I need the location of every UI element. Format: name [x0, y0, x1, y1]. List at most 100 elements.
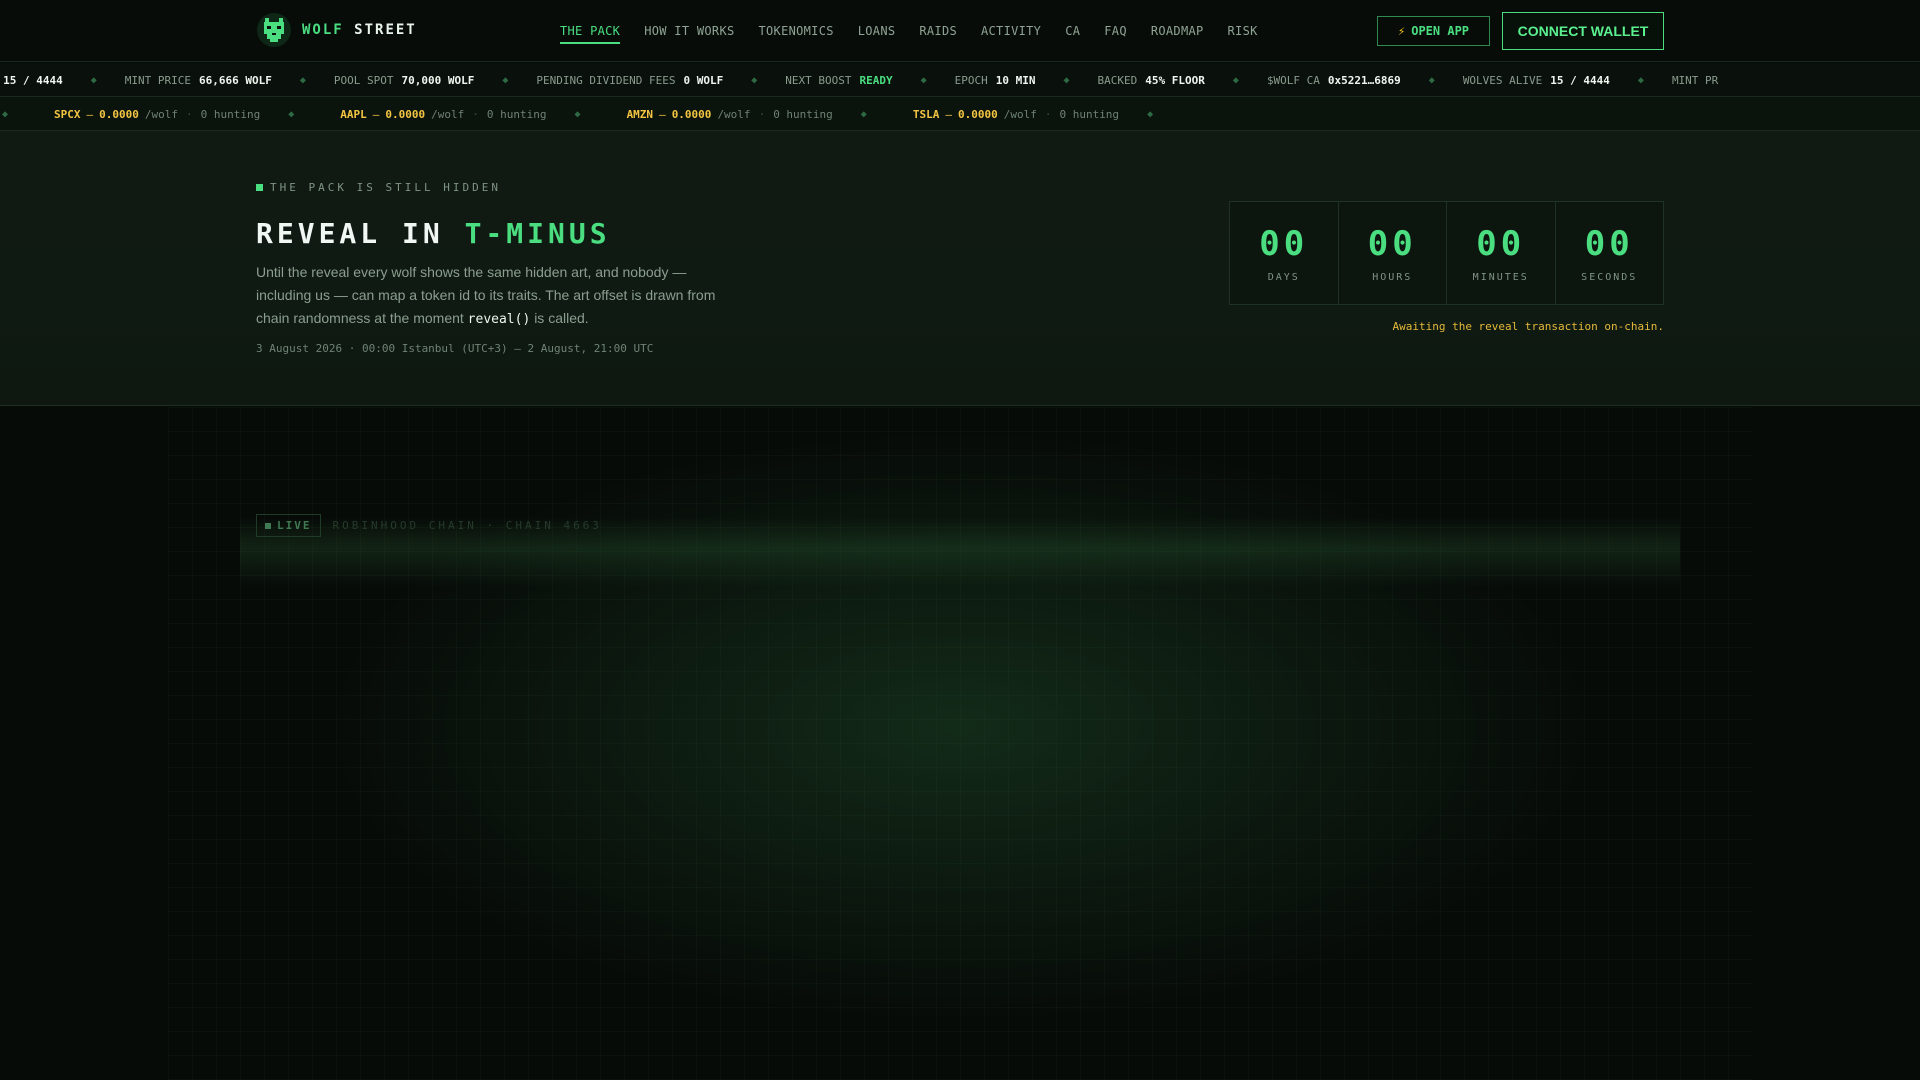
ticker-stat-label: $WOLF CA	[1266, 73, 1320, 87]
stock-hunting: 0 hunting	[773, 107, 833, 121]
live-dot-icon	[265, 522, 271, 529]
nav-link-roadmap[interactable]: ROADMAP	[1151, 16, 1204, 46]
title-accent: T-MINUS	[464, 217, 611, 250]
dash: —	[86, 107, 94, 121]
stock-unit: /wolf	[431, 107, 465, 121]
ticker-stat: ALIVE15 / 4444	[0, 74, 63, 87]
stock-hunting: 0 hunting	[486, 107, 547, 121]
title-plain: REVEAL IN	[256, 217, 444, 250]
diamond-separator-icon: ◆	[90, 74, 97, 86]
countdown-hours: 00 HOURS	[1339, 202, 1447, 304]
ticker-stock: SPCX — 0.0000/wolf · 0 hunting	[54, 108, 260, 121]
nav-link-tokenomics[interactable]: TOKENOMICS	[759, 16, 834, 46]
countdown-seconds: 00 SECONDS	[1556, 202, 1664, 304]
ticker-stat: $WOLF CA 0x5221…6869	[1267, 74, 1401, 87]
chain-label: ROBINHOOD CHAIN · CHAIN 4663	[332, 519, 602, 532]
nav-link-activity[interactable]: ACTIVITY	[981, 16, 1041, 46]
ticker-stat-label: BACKED	[1097, 73, 1138, 87]
ticker-stat-value: 70,000 WOLF	[401, 73, 475, 87]
live-label: LIVE	[277, 519, 312, 532]
ticker-stock: AAPL — 0.0000/wolf · 0 hunting	[340, 108, 546, 121]
countdown-label: SECONDS	[1581, 271, 1638, 283]
stock-price: 0.0000	[385, 107, 426, 121]
countdown-timer: 00 DAYS 00 HOURS 00 MINUTES 00 SECONDS	[1229, 201, 1664, 305]
countdown-value: 00	[1476, 223, 1526, 264]
background-grid	[168, 407, 1752, 1080]
stock-price: 0.0000	[671, 107, 712, 121]
nav-link-faq[interactable]: FAQ	[1104, 16, 1127, 46]
square-bullet-icon	[256, 184, 263, 191]
ticker-stat: BACKED 45% FLOOR	[1098, 74, 1205, 87]
open-app-label: OPEN APP	[1411, 24, 1470, 38]
diamond-separator-icon: ◆	[299, 74, 306, 86]
diamond-separator-icon: ◆	[751, 74, 758, 86]
ticker-stat: WOLVES ALIVE 15 / 4444	[1463, 74, 1610, 87]
live-row: LIVE ROBINHOOD CHAIN · CHAIN 4663	[256, 514, 602, 537]
await-note: Awaiting the reveal transaction on-chain…	[1392, 320, 1664, 333]
reveal-section: THE PACK IS STILL HIDDEN REVEAL IN T-MIN…	[0, 131, 1920, 406]
dash: —	[945, 107, 952, 121]
eyebrow-text: THE PACK IS STILL HIDDEN	[270, 181, 501, 194]
brand-name-suffix: STREET	[354, 22, 417, 38]
desc-code: reveal()	[467, 312, 531, 327]
diamond-separator-icon: ◆	[1232, 74, 1239, 86]
countdown-label: HOURS	[1372, 271, 1413, 283]
live-section: LIVE ROBINHOOD CHAIN · CHAIN 4663	[0, 407, 1920, 1080]
nav-link-risk[interactable]: RISK	[1228, 16, 1258, 46]
countdown-minutes: 00 MINUTES	[1447, 202, 1556, 304]
countdown-label: DAYS	[1267, 271, 1300, 283]
ticker-stat-label: EPOCH	[954, 73, 988, 87]
dot-separator: ·	[472, 107, 479, 121]
ticker-stock: TSLA — 0.0000/wolf · 0 hunting	[913, 108, 1119, 121]
page-title: REVEAL IN T-MINUS	[256, 217, 611, 250]
eyebrow: THE PACK IS STILL HIDDEN	[256, 181, 501, 194]
ticker-stat-value: 0 WOLF	[683, 73, 724, 87]
nav-link-loans[interactable]: LOANS	[858, 16, 896, 46]
stock-symbol: AMZN	[626, 107, 654, 121]
ticker-stat-value: 45% FLOOR	[1145, 73, 1205, 87]
nav-link-the-pack[interactable]: THE PACK	[560, 16, 621, 46]
nav-links: THE PACK HOW IT WORKS TOKENOMICS LOANS RAIDS…	[560, 0, 1282, 62]
diamond-separator-icon: ◆	[860, 108, 867, 120]
ticker-stat: MINT PR	[1672, 74, 1718, 87]
open-app-button[interactable]: ⚡ OPEN APP	[1377, 16, 1490, 46]
diamond-separator-icon: ◆	[2, 108, 9, 120]
live-badge: LIVE	[256, 514, 321, 537]
countdown-days: 00 DAYS	[1230, 202, 1339, 304]
countdown-value: 00	[1584, 223, 1634, 264]
stocks-ticker-track: ◆ SPCX — 0.0000/wolf · 0 hunting ◆ AAPL — 0.0000 /…	[2, 97, 1199, 130]
top-nav: WOLF STREET THE PACK HOW IT WORKS TOKENOMI…	[0, 0, 1920, 62]
stock-unit: /wolf	[717, 107, 751, 121]
stock-hunting: 0 hunting	[1059, 107, 1120, 121]
diamond-separator-icon: ◆	[920, 74, 927, 86]
dash: —	[372, 107, 380, 121]
ticker-stat-value: 15 / 4444	[1550, 73, 1610, 87]
desc-after: is called.	[534, 310, 589, 326]
nav-link-how-it-works[interactable]: HOW IT WORKS	[644, 16, 734, 46]
diamond-separator-icon: ◆	[1428, 74, 1435, 86]
diamond-separator-icon: ◆	[1637, 74, 1644, 86]
ticker-stat-label: MINT PR	[1671, 73, 1719, 87]
ticker-stat-label: PENDING DIVIDEND FEES	[536, 73, 676, 87]
stock-unit: /wolf	[144, 107, 179, 121]
countdown-value: 00	[1367, 223, 1417, 264]
ticker-stat-value: 0x5221…6869	[1327, 73, 1401, 87]
bolt-icon: ⚡	[1397, 24, 1406, 38]
ticker-stat-value: 15 / 4444	[3, 73, 63, 87]
nav-link-ca[interactable]: CA	[1065, 16, 1080, 46]
ticker-stock: AMZN — 0.0000/wolf · 0 hunting	[627, 108, 833, 121]
diamond-separator-icon: ◆	[288, 108, 295, 120]
ticker-stat-value: 66,666 WOLF	[199, 73, 272, 87]
connect-wallet-button[interactable]: CONNECT WALLET	[1502, 12, 1664, 50]
diamond-separator-icon: ◆	[1063, 74, 1070, 86]
stock-symbol: TSLA	[912, 107, 940, 121]
ticker-stat: EPOCH 10 MIN	[955, 74, 1036, 87]
countdown-value: 00	[1259, 223, 1309, 264]
wolf-logo-icon	[256, 12, 292, 48]
brand[interactable]: WOLF STREET	[256, 12, 417, 48]
dot-separator: ·	[758, 107, 766, 121]
nav-link-raids[interactable]: RAIDS	[919, 16, 957, 46]
stock-price: 0.0000	[957, 107, 998, 121]
hero-description: Until the reveal every wolf shows the sa…	[256, 261, 716, 331]
stock-price: 0.0000	[99, 107, 139, 121]
